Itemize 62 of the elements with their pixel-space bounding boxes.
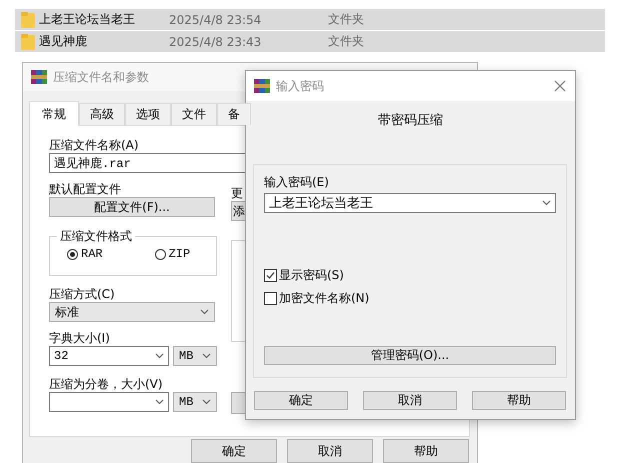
dialog-button[interactable]: 帮助 (383, 439, 469, 463)
dictionary-size-field[interactable]: 32 (49, 346, 169, 366)
field-label: 更 (231, 185, 244, 201)
close-icon[interactable] (554, 80, 566, 92)
tab[interactable]: 文件 (171, 103, 217, 125)
field-label: 压缩为分卷，大小(V) (49, 376, 164, 392)
unit-select[interactable]: MB (173, 392, 217, 412)
manage-passwords-button[interactable]: 管理密码(O)... (264, 346, 556, 365)
dialog-button[interactable]: 确定 (191, 439, 277, 463)
chevron-down-icon (155, 399, 164, 405)
chevron-down-icon (542, 200, 551, 206)
archive-name-field[interactable]: 遇见神鹿.rar (49, 153, 246, 173)
file-date: 2025/4/8 23:43 (169, 34, 262, 48)
password-field[interactable]: 上老王论坛当老王 (264, 193, 556, 213)
dialog-button[interactable]: 确定 (254, 391, 348, 410)
file-date: 2025/4/8 23:54 (169, 12, 262, 26)
field-label: 压缩文件名称(A) (49, 137, 140, 153)
tab[interactable]: 选项 (125, 103, 171, 125)
dialog-button[interactable]: 取消 (287, 439, 373, 463)
file-name: 遇见神鹿 (39, 33, 88, 50)
checkbox-label: 加密文件名称(N) (279, 290, 370, 307)
chevron-down-icon (200, 309, 209, 315)
tab[interactable]: 常规 (29, 101, 79, 126)
profile-button[interactable]: 配置文件(F)... (49, 197, 215, 217)
method-select[interactable]: 标准 (49, 302, 215, 322)
dialog-button[interactable]: 帮助 (472, 391, 566, 410)
radio-label: ZIP (168, 247, 190, 261)
books-icon (254, 78, 270, 94)
chevron-down-icon (202, 399, 211, 405)
chevron-down-icon (155, 353, 164, 359)
dialog-heading: 带密码压缩 (378, 113, 443, 128)
file-row[interactable]: 遇见神鹿 2025/4/8 23:43 文件夹 (15, 31, 605, 53)
volume-size-field[interactable] (49, 392, 169, 412)
radio-option[interactable]: ZIP (154, 247, 190, 261)
field-label: 字典大小(I) (49, 330, 111, 346)
checkbox[interactable] (264, 292, 277, 305)
group-title: 压缩文件格式 (57, 228, 135, 244)
radio-label: RAR (81, 247, 103, 261)
books-icon (31, 69, 47, 85)
chevron-down-icon (202, 353, 211, 359)
dialog-button[interactable]: 取消 (363, 391, 457, 410)
file-row[interactable]: 上老王论坛当老王 2025/4/8 23:54 文件夹 (15, 9, 605, 31)
radio-button[interactable] (154, 248, 166, 260)
checkbox-option[interactable]: 显示密码(S) (264, 267, 556, 284)
folder-icon (21, 34, 35, 50)
field-label: 默认配置文件 (49, 181, 122, 197)
window-title: 压缩文件名和参数 (53, 68, 149, 86)
checkbox[interactable] (264, 269, 277, 282)
file-name: 上老王论坛当老王 (39, 11, 136, 28)
checkbox-label: 显示密码(S) (279, 267, 344, 284)
folder-icon (21, 12, 35, 28)
tab[interactable]: 备 (217, 103, 251, 125)
unit-select[interactable]: MB (173, 346, 217, 366)
radio-option[interactable]: RAR (67, 247, 103, 261)
field-label: 压缩方式(C) (49, 286, 116, 302)
file-type: 文件夹 (328, 33, 364, 50)
tab[interactable]: 高级 (79, 103, 125, 125)
window-title: 输入密码 (276, 78, 324, 94)
field-label: 输入密码(E) (264, 174, 330, 190)
file-type: 文件夹 (328, 11, 364, 28)
checkbox-option[interactable]: 加密文件名称(N) (264, 290, 556, 307)
radio-button[interactable] (67, 248, 78, 260)
